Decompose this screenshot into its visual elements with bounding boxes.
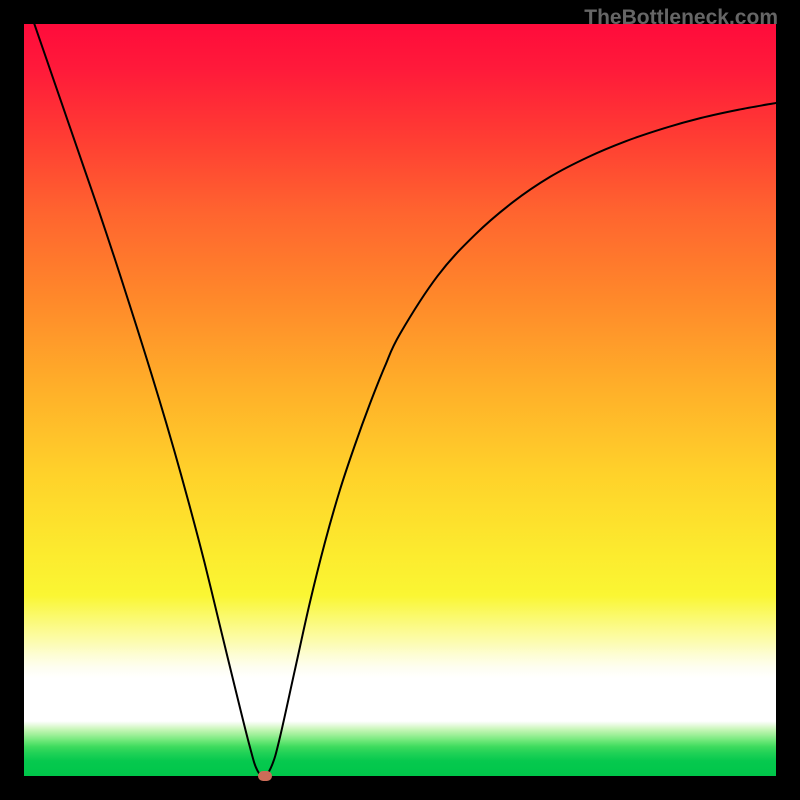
- plot-area: [24, 24, 776, 776]
- curve-layer: [24, 24, 776, 776]
- optimal-point-marker: [258, 771, 272, 781]
- chart-container: TheBottleneck.com: [0, 0, 800, 800]
- watermark: TheBottleneck.com: [584, 6, 778, 30]
- bottleneck-curve: [24, 24, 776, 776]
